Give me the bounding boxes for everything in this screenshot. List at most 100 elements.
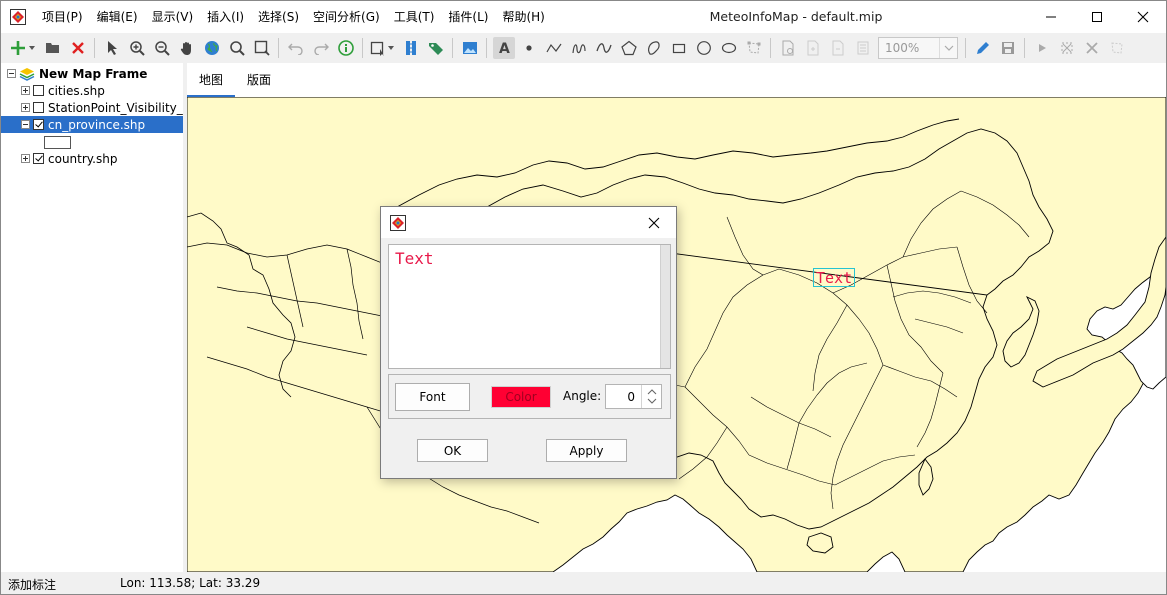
dialog-close-button[interactable] <box>632 207 676 238</box>
expand-toggle[interactable] <box>21 103 30 112</box>
add-layer-button[interactable] <box>9 37 39 59</box>
add-ellipse-button[interactable] <box>718 37 740 59</box>
menu-edit[interactable]: 编辑(E) <box>90 1 145 33</box>
delete-feature-button[interactable] <box>1081 37 1103 59</box>
zoom-rectangle-button[interactable] <box>251 37 273 59</box>
edit-pencil-button[interactable] <box>972 37 994 59</box>
meteoinfo-app-icon[interactable] <box>10 9 26 25</box>
menu-plugins[interactable]: 插件(L) <box>441 1 495 33</box>
split-feature-button[interactable] <box>1106 37 1128 59</box>
add-curve-polygon-button[interactable] <box>643 37 665 59</box>
annotation-text-input[interactable]: Text <box>388 244 671 369</box>
edit-feature-vertices-button[interactable] <box>1056 37 1078 59</box>
add-text-button[interactable]: A <box>492 37 515 59</box>
zoom-rectangle-icon <box>254 40 270 56</box>
magnifier-icon <box>229 41 245 56</box>
add-circle-button[interactable] <box>693 37 715 59</box>
text-scrollbar[interactable] <box>660 245 670 368</box>
close-icon <box>648 217 660 228</box>
add-polygon-button[interactable] <box>618 37 640 59</box>
layer-visibility-checkbox[interactable] <box>33 102 44 113</box>
minimize-button[interactable] <box>1028 1 1074 33</box>
pan-button[interactable] <box>176 37 198 59</box>
map-frame-label: New Map Frame <box>39 66 148 81</box>
expand-toggle[interactable] <box>21 86 30 95</box>
map-text-label[interactable]: Text <box>813 268 856 287</box>
save-icon <box>1001 42 1014 54</box>
fit-page-icon <box>857 41 868 55</box>
spinner-arrows-icon[interactable] <box>641 385 661 408</box>
layer-node-stationpoint[interactable]: StationPoint_Visibility_ <box>1 99 183 116</box>
toolbar-separator <box>486 38 487 58</box>
full-extent-button[interactable] <box>201 37 223 59</box>
zoom-value: 100% <box>885 41 920 55</box>
menu-view[interactable]: 显示(V) <box>145 1 201 33</box>
tab-layout-view[interactable]: 版面 <box>235 63 283 97</box>
layer-visibility-checkbox[interactable] <box>33 119 44 130</box>
text-options-panel: Font Color Angle: 0 <box>388 374 671 419</box>
dialog-title-bar <box>381 207 676 238</box>
layer-visibility-checkbox[interactable] <box>33 153 44 164</box>
ok-button[interactable]: OK <box>417 439 488 462</box>
picture-icon <box>462 42 477 54</box>
menu-tools[interactable]: 工具(T) <box>387 1 442 33</box>
select-pointer-button[interactable] <box>101 37 123 59</box>
identify-button[interactable] <box>335 37 357 59</box>
zoom-in-button[interactable] <box>126 37 148 59</box>
color-button[interactable]: Color <box>491 386 551 408</box>
window-title: MeteoInfoMap - default.mip <box>709 9 883 24</box>
layers-stack-icon <box>19 67 35 81</box>
apply-button[interactable]: Apply <box>546 439 627 462</box>
select-pointer-icon <box>107 41 117 55</box>
chevron-down-icon[interactable] <box>939 38 957 58</box>
layer-node-cities[interactable]: cities.shp <box>1 82 183 99</box>
layer-node-country[interactable]: country.shp <box>1 150 183 167</box>
add-polyline-button[interactable] <box>543 37 565 59</box>
zoom-out-button[interactable] <box>151 37 173 59</box>
tab-map-view[interactable]: 地图 <box>187 63 236 97</box>
menu-spatial-analysis[interactable]: 空间分析(G) <box>306 1 387 33</box>
toolbar-separator <box>94 38 95 58</box>
add-curve-button[interactable] <box>593 37 615 59</box>
edit-select-button[interactable] <box>1031 37 1053 59</box>
magnifier-button[interactable] <box>226 37 248 59</box>
add-rectangle-button[interactable] <box>668 37 690 59</box>
zoom-combo[interactable]: 100% <box>878 37 958 59</box>
page-zoom-in-button[interactable] <box>802 37 824 59</box>
toolbar-separator <box>965 38 966 58</box>
layer-visibility-checkbox[interactable] <box>33 85 44 96</box>
page-setup-button[interactable] <box>777 37 799 59</box>
collapse-toggle[interactable] <box>21 120 30 129</box>
delete-icon <box>1085 42 1098 54</box>
layer-node-cn-province[interactable]: cn_province.shp <box>1 116 183 133</box>
fit-page-button[interactable] <box>852 37 874 59</box>
collapse-toggle[interactable] <box>7 69 16 78</box>
menu-project[interactable]: 项目(P) <box>35 1 90 33</box>
angle-label: Angle: <box>563 389 602 403</box>
angle-spinner[interactable]: 0 <box>605 384 662 409</box>
remove-layer-button[interactable] <box>67 37 89 59</box>
font-button[interactable]: Font <box>395 383 470 411</box>
layer-legend-swatch[interactable] <box>44 136 71 149</box>
save-edits-button[interactable] <box>997 37 1019 59</box>
edit-vertices-button[interactable] <box>743 37 765 59</box>
add-curve-icon <box>595 43 612 53</box>
add-freehand-button[interactable] <box>568 37 590 59</box>
add-picture-button[interactable] <box>459 37 481 59</box>
redo-button[interactable] <box>310 37 332 59</box>
selection-tool-button[interactable] <box>369 37 397 59</box>
menu-insert[interactable]: 插入(I) <box>200 1 251 33</box>
maximize-button[interactable] <box>1074 1 1120 33</box>
add-polyline-icon <box>545 43 561 53</box>
page-zoom-out-button[interactable] <box>827 37 849 59</box>
label-button[interactable] <box>425 37 447 59</box>
measure-button[interactable] <box>400 37 422 59</box>
menu-help[interactable]: 帮助(H) <box>495 1 551 33</box>
undo-button[interactable] <box>285 37 307 59</box>
expand-toggle[interactable] <box>21 154 30 163</box>
menu-select[interactable]: 选择(S) <box>251 1 306 33</box>
add-point-button[interactable] <box>518 37 540 59</box>
close-window-button[interactable] <box>1120 1 1166 33</box>
map-frame-node[interactable]: New Map Frame <box>1 65 183 82</box>
open-folder-button[interactable] <box>42 37 64 59</box>
